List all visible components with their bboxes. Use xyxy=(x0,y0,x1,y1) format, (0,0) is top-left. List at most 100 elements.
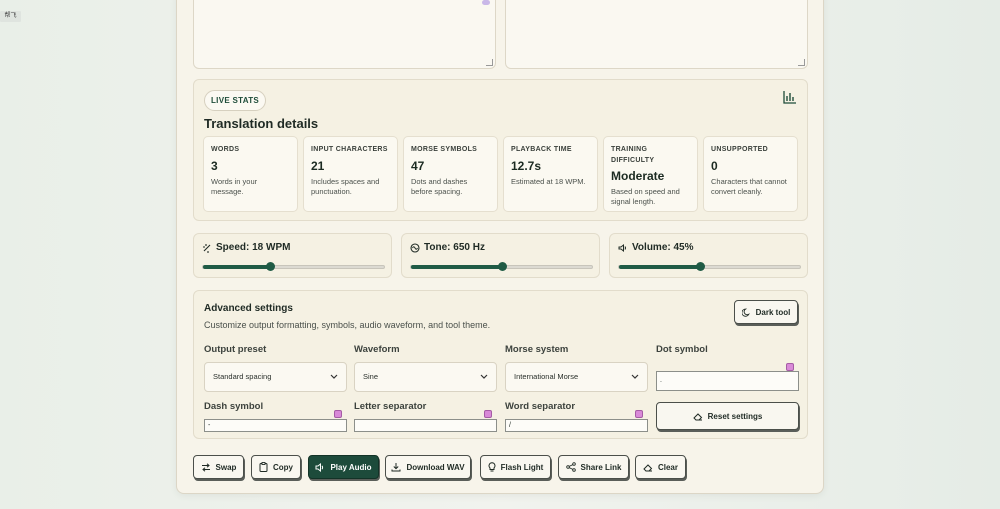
corner-tag: 帮飞 xyxy=(0,11,21,22)
output-preset-label: Output preset xyxy=(204,344,267,355)
gauge-icon xyxy=(203,243,211,253)
copy-button[interactable]: Copy xyxy=(251,455,301,479)
word-separator-label: Word separator xyxy=(505,401,576,412)
stat-training-difficulty: TRAINING DIFFICULTY Moderate Based on sp… xyxy=(603,136,698,212)
share-link-button[interactable]: Share Link xyxy=(558,455,629,479)
moon-icon xyxy=(741,308,750,317)
bar-chart-icon[interactable] xyxy=(783,90,797,104)
field-badge-icon xyxy=(484,410,492,418)
stat-desc: Includes spaces and punctuation. xyxy=(311,177,380,196)
waveform-select[interactable]: Sine xyxy=(354,362,497,392)
reset-settings-label: Reset settings xyxy=(707,411,763,421)
clipboard-icon xyxy=(259,462,268,472)
volume-slider-thumb[interactable] xyxy=(696,262,706,271)
stat-input-characters: INPUT CHARACTERS 21 Includes spaces and … xyxy=(303,136,398,212)
speed-slider[interactable] xyxy=(202,262,385,271)
field-badge-icon xyxy=(635,410,643,418)
flash-light-label: Flash Light xyxy=(500,462,544,472)
dot-symbol-label: Dot symbol xyxy=(656,344,708,355)
waveform-value: Sine xyxy=(363,372,379,381)
live-stats-badge: LIVE STATS xyxy=(204,90,267,111)
speed-slider-card: Speed: 18 WPM xyxy=(193,233,392,278)
eraser-icon xyxy=(692,412,702,420)
output-textarea[interactable] xyxy=(505,0,808,69)
resize-handle-icon[interactable] xyxy=(486,59,493,66)
volume-slider[interactable] xyxy=(618,262,801,271)
morse-system-label: Morse system xyxy=(505,344,569,355)
stat-words: WORDS 3 Words in your message. xyxy=(203,136,298,212)
stat-value: Moderate xyxy=(611,169,665,183)
resize-handle-icon[interactable] xyxy=(798,59,805,66)
play-audio-label: Play Audio xyxy=(330,462,372,472)
stat-value: 47 xyxy=(411,159,425,173)
flash-light-button[interactable]: Flash Light xyxy=(480,455,551,479)
stats-title: Translation details xyxy=(204,116,319,131)
volume-slider-card: Volume: 45% xyxy=(609,233,808,278)
volume-title: Volume: 45% xyxy=(618,242,694,253)
advanced-settings-card: Advanced settings Customize output forma… xyxy=(193,290,808,439)
download-wav-label: Download WAV xyxy=(406,462,465,472)
stat-desc: Estimated at 18 WPM. xyxy=(511,177,586,186)
download-icon xyxy=(391,463,401,472)
tone-label: Tone: 650 Hz xyxy=(424,242,485,253)
volume-icon xyxy=(618,243,626,252)
morse-system-select[interactable]: International Morse xyxy=(505,362,648,392)
swap-icon xyxy=(201,462,210,472)
stat-label: MORSE SYMBOLS xyxy=(411,146,478,153)
tone-slider[interactable] xyxy=(410,262,593,271)
stat-label: TRAINING DIFFICULTY xyxy=(611,146,655,164)
speed-title: Speed: 18 WPM xyxy=(202,242,290,253)
bulb-icon xyxy=(488,462,496,472)
stat-label: PLAYBACK TIME xyxy=(511,146,572,153)
swap-label: Swap xyxy=(215,462,237,472)
live-stats-card: LIVE STATS Translation details WORDS 3 W… xyxy=(193,79,808,221)
stat-value: 0 xyxy=(711,159,718,173)
reset-settings-button[interactable]: Reset settings xyxy=(656,402,799,430)
speed-slider-thumb[interactable] xyxy=(265,262,275,271)
play-audio-button[interactable]: Play Audio xyxy=(308,455,379,479)
stat-desc: Characters that cannot convert cleanly. xyxy=(711,177,787,196)
eraser-icon xyxy=(643,463,653,471)
dot-symbol-input[interactable]: . xyxy=(656,371,799,391)
tone-title: Tone: 650 Hz xyxy=(410,242,485,253)
chevron-down-icon xyxy=(480,374,488,379)
word-separator-input[interactable]: / xyxy=(505,419,648,432)
stat-value: 12.7s xyxy=(511,159,542,173)
tone-icon xyxy=(410,242,420,253)
swap-button[interactable]: Swap xyxy=(193,455,244,479)
field-badge-icon xyxy=(334,410,342,418)
share-link-label: Share Link xyxy=(580,462,622,472)
volume-slider-fill xyxy=(619,265,701,269)
chevron-down-icon xyxy=(330,374,338,379)
tone-slider-thumb[interactable] xyxy=(497,262,507,271)
stat-desc: Based on speed and signal length. xyxy=(611,187,680,206)
stat-unsupported: UNSUPPORTED 0 Characters that cannot con… xyxy=(703,136,798,212)
tone-slider-fill xyxy=(411,265,502,269)
chevron-down-icon xyxy=(631,374,639,379)
dark-tool-button[interactable]: Dark tool xyxy=(734,300,798,324)
stat-label: UNSUPPORTED xyxy=(711,146,768,153)
dash-symbol-label: Dash symbol xyxy=(204,401,264,412)
stat-morse-symbols: MORSE SYMBOLS 47 Dots and dashes before … xyxy=(403,136,498,212)
tone-slider-card: Tone: 650 Hz xyxy=(401,233,600,278)
textarea-badge-icon xyxy=(482,0,490,5)
share-icon xyxy=(565,462,576,472)
advanced-subtitle: Customize output formatting, symbols, au… xyxy=(204,320,491,330)
dash-symbol-input[interactable]: - xyxy=(204,419,347,432)
output-preset-select[interactable]: Standard spacing xyxy=(204,362,347,392)
stat-value: 21 xyxy=(311,159,325,173)
clear-button[interactable]: Clear xyxy=(635,455,686,479)
stat-value: 3 xyxy=(211,159,218,173)
stat-desc: Words in your message. xyxy=(211,177,258,196)
stat-label: WORDS xyxy=(211,146,240,153)
field-badge-icon xyxy=(786,363,794,371)
stat-playback-time: PLAYBACK TIME 12.7s Estimated at 18 WPM. xyxy=(503,136,598,212)
advanced-title: Advanced settings xyxy=(204,303,293,314)
download-wav-button[interactable]: Download WAV xyxy=(385,455,471,479)
volume-label: Volume: 45% xyxy=(632,242,694,253)
translator-panel: LIVE STATS Translation details WORDS 3 W… xyxy=(176,0,824,494)
stat-label: INPUT CHARACTERS xyxy=(311,146,388,153)
letter-separator-input[interactable] xyxy=(354,419,497,432)
input-textarea[interactable] xyxy=(193,0,496,69)
output-preset-value: Standard spacing xyxy=(213,372,272,381)
